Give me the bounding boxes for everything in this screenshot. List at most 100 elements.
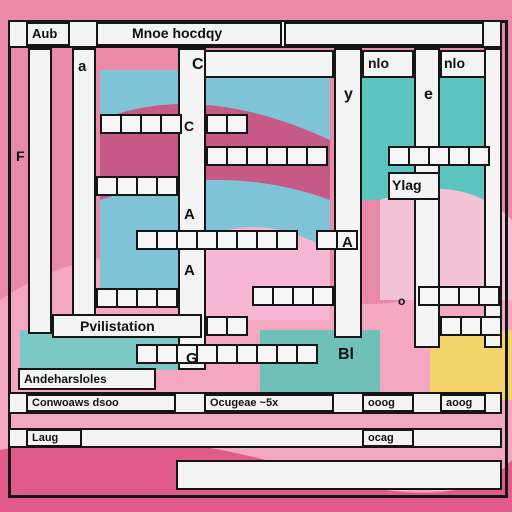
grid-cell[interactable] (266, 146, 288, 166)
clue-text: ocag (368, 432, 394, 444)
grid-cell[interactable] (226, 114, 248, 134)
clue-letter: G (186, 350, 198, 367)
grid-cell[interactable] (176, 230, 198, 250)
grid-cell[interactable] (156, 176, 178, 196)
grid-cell[interactable] (206, 114, 228, 134)
clue-text: Laug (32, 432, 59, 444)
grid-cell[interactable] (96, 176, 118, 196)
grid-cell[interactable] (408, 146, 430, 166)
clue-letter: A (184, 262, 195, 279)
cell-row-6c (418, 286, 500, 306)
clue-item[interactable]: ocag (362, 429, 414, 447)
clue-heading-text: Andeharsloles (24, 372, 107, 386)
grid-cell[interactable] (140, 114, 162, 134)
grid-cell[interactable] (246, 146, 268, 166)
grid-cell[interactable] (136, 288, 158, 308)
clue-heading: Andeharsloles (18, 368, 156, 390)
grid-cell[interactable] (136, 176, 158, 196)
grid-cell[interactable] (156, 230, 178, 250)
grid-cell[interactable] (156, 344, 178, 364)
grid-cell[interactable] (286, 146, 308, 166)
grid-cell[interactable] (236, 230, 258, 250)
grid-cell[interactable] (156, 288, 178, 308)
grid-cell[interactable] (226, 316, 248, 336)
cell-row-6b (252, 286, 334, 306)
grid-cell[interactable] (206, 316, 228, 336)
top-right-word-1: nlo (368, 55, 389, 71)
clue-letter: F (16, 148, 25, 164)
cell-row-2 (100, 114, 182, 134)
clue-letter: a (78, 58, 87, 75)
grid-cell[interactable] (438, 286, 460, 306)
grid-cell[interactable] (136, 344, 158, 364)
cell-row-3b (388, 146, 490, 166)
grid-cell[interactable] (96, 288, 118, 308)
clue-item[interactable]: Laug (26, 429, 82, 447)
column-2 (72, 48, 96, 338)
grid-cell[interactable] (428, 146, 450, 166)
cell-row-3 (206, 146, 328, 166)
grid-cell[interactable] (312, 286, 334, 306)
word-row-text: Pvilistation (80, 318, 155, 334)
header-tab-label: Aub (32, 26, 58, 41)
clue-text: Conwoaws dsoo (32, 397, 119, 409)
grid-cell[interactable] (388, 146, 410, 166)
grid-cell[interactable] (256, 344, 278, 364)
clue-text: ooog (368, 397, 395, 409)
grid-cell[interactable] (440, 316, 462, 336)
grid-cell[interactable] (448, 146, 470, 166)
grid-cell[interactable] (160, 114, 182, 134)
cell-row-7b (440, 316, 502, 336)
grid-cell[interactable] (196, 344, 218, 364)
bottom-band (176, 460, 502, 490)
clue-letter: C (184, 118, 195, 134)
grid-cell[interactable] (136, 230, 158, 250)
header-right-box (284, 22, 484, 46)
grid-cell[interactable] (226, 146, 248, 166)
grid-cell[interactable] (292, 286, 314, 306)
cell-row-5 (136, 230, 298, 250)
grid-cell[interactable] (460, 316, 482, 336)
cell-row-7 (206, 316, 248, 336)
clue-item[interactable]: aoog (440, 394, 486, 412)
grid-cell[interactable] (196, 230, 218, 250)
cell-row-top (204, 50, 334, 78)
grid-cell[interactable] (120, 114, 142, 134)
cell-strip[interactable] (204, 50, 334, 78)
clue-letter: e (424, 86, 433, 103)
grid-cell[interactable] (276, 230, 298, 250)
grid-cell[interactable] (276, 344, 298, 364)
clue-letter: o (398, 294, 406, 308)
clue-letter: C (192, 56, 204, 73)
grid-cell[interactable] (272, 286, 294, 306)
grid-cell[interactable] (206, 146, 228, 166)
grid-cell[interactable] (116, 176, 138, 196)
grid-cell[interactable] (252, 286, 274, 306)
grid-cell[interactable] (478, 286, 500, 306)
grid-cell[interactable] (256, 230, 278, 250)
grid-cell[interactable] (216, 230, 238, 250)
side-word: Ylag (392, 177, 422, 193)
clue-text: Ocugeae ~5x (210, 397, 279, 409)
grid-cell[interactable] (480, 316, 502, 336)
clue-letter: A (184, 206, 195, 223)
grid-cell[interactable] (116, 288, 138, 308)
grid-cell[interactable] (306, 146, 328, 166)
grid-cell[interactable] (418, 286, 440, 306)
grid-cell[interactable] (316, 230, 338, 250)
clue-letter: y (344, 86, 353, 103)
clue-text: aoog (446, 397, 473, 409)
grid-cell[interactable] (236, 344, 258, 364)
top-right-word-2: nlo (444, 55, 465, 71)
grid-cell[interactable] (468, 146, 490, 166)
grid-cell[interactable] (100, 114, 122, 134)
clue-item[interactable]: Conwoaws dsoo (26, 394, 176, 412)
clue-item[interactable]: ooog (362, 394, 414, 412)
grid-cell[interactable] (216, 344, 238, 364)
cell-row-4 (96, 176, 178, 196)
grid-cell[interactable] (458, 286, 480, 306)
clue-item[interactable]: Ocugeae ~5x (204, 394, 334, 412)
cell-row-2b (206, 114, 248, 134)
grid-cell[interactable] (296, 344, 318, 364)
cell-row-6 (96, 288, 178, 308)
